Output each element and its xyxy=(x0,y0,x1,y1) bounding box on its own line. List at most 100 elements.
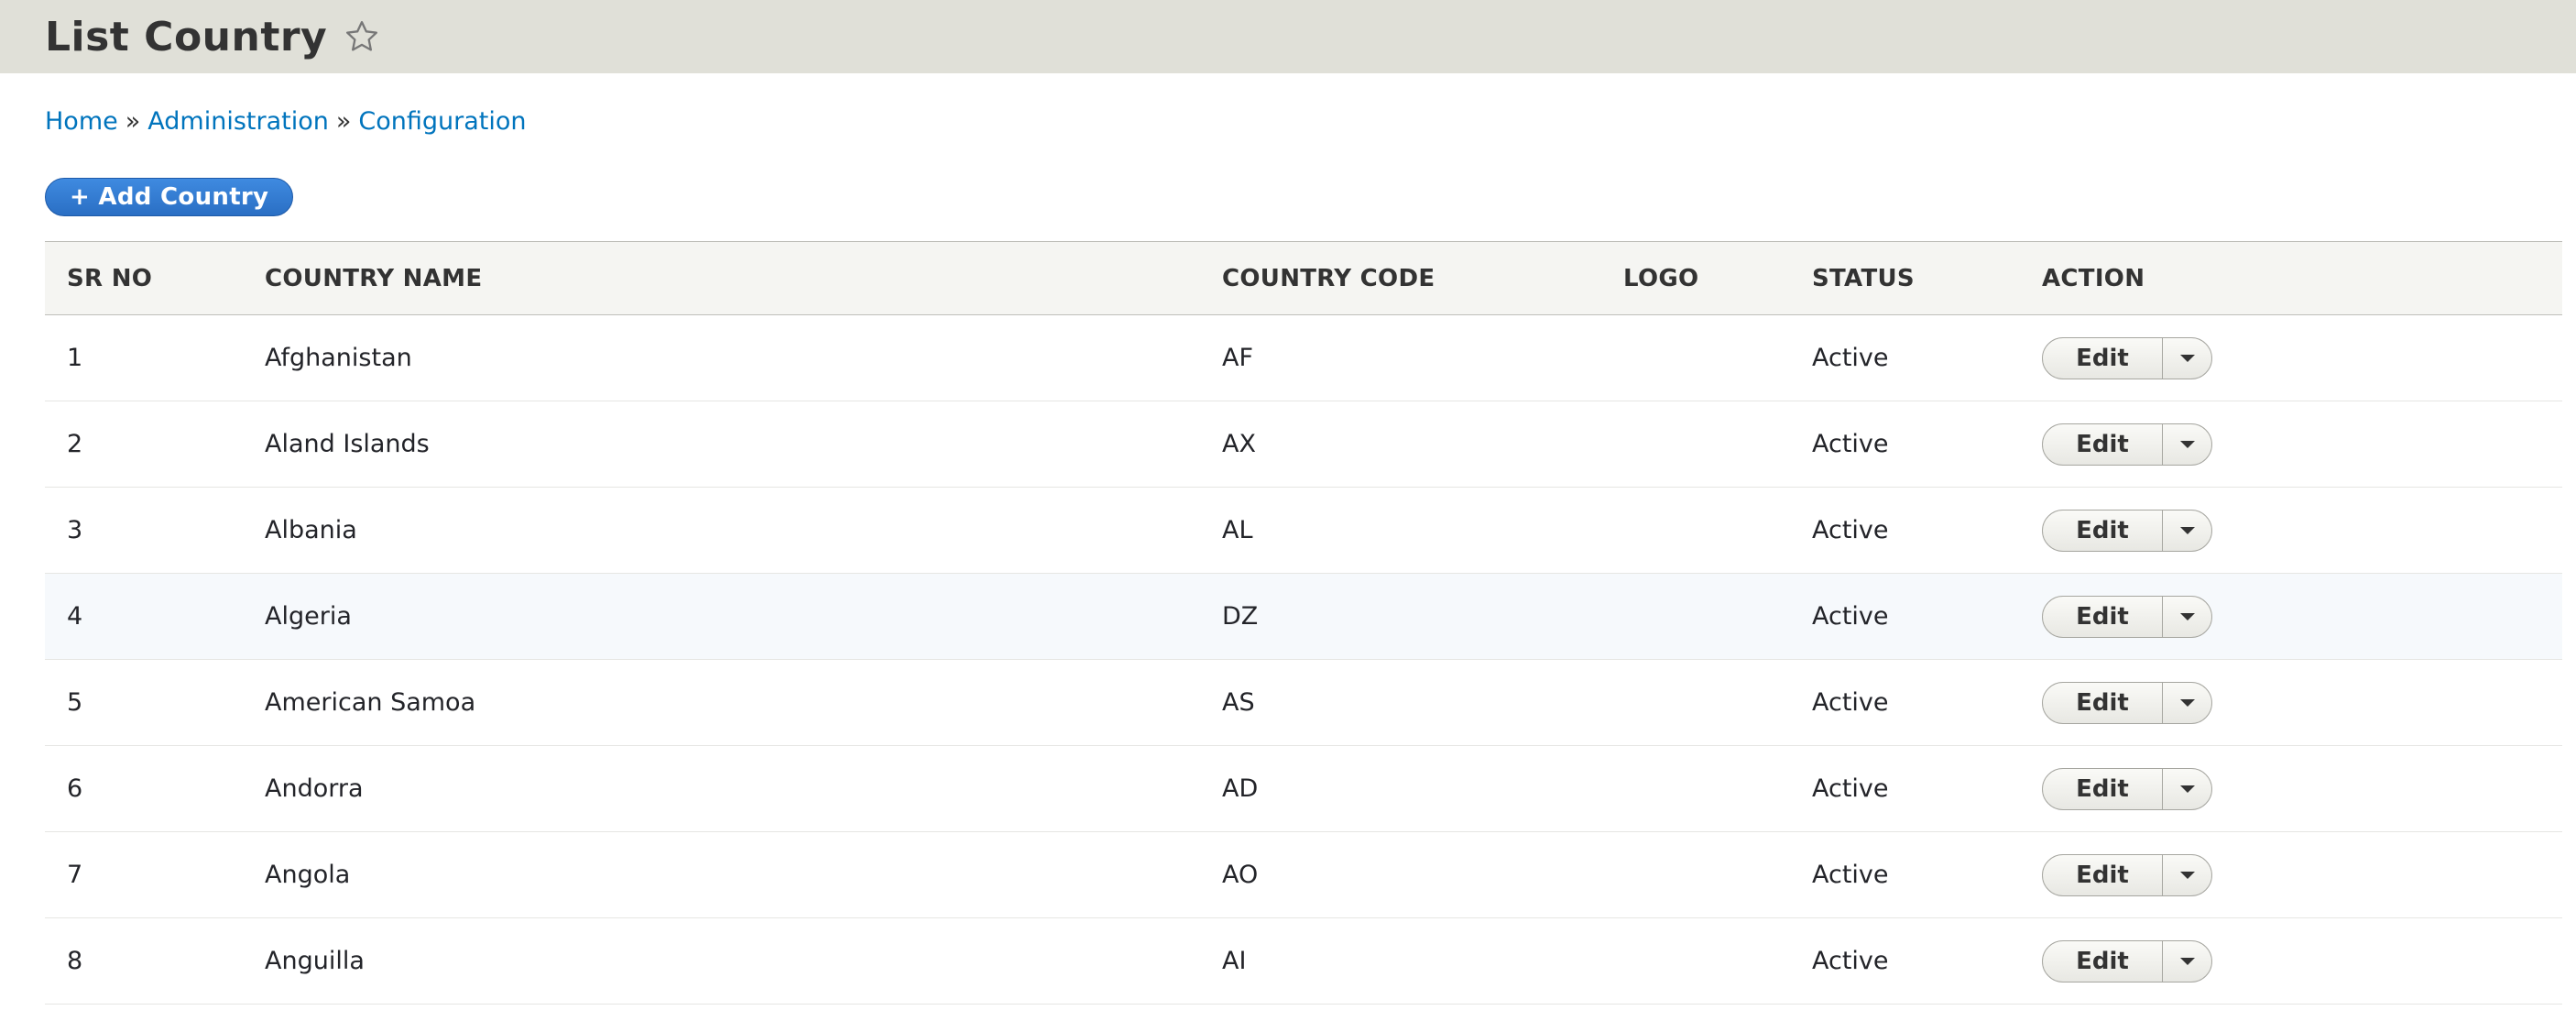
cell-logo xyxy=(1601,659,1790,746)
breadcrumb-configuration[interactable]: Configuration xyxy=(358,107,526,136)
cell-action: Edit xyxy=(2020,745,2562,832)
cell-action: Edit xyxy=(2020,401,2562,488)
dropdown-toggle-button[interactable] xyxy=(2162,337,2211,379)
edit-button[interactable]: Edit xyxy=(2043,510,2162,551)
edit-button[interactable]: Edit xyxy=(2043,941,2162,982)
cell-country-code: AF xyxy=(1200,314,1601,401)
cell-status: Active xyxy=(1790,831,2020,918)
cell-status: Active xyxy=(1790,573,2020,660)
breadcrumb-separator: » xyxy=(125,107,141,136)
caret-down-icon xyxy=(2179,785,2195,793)
cell-action: Edit xyxy=(2020,917,2562,1005)
cell-sr-no: 8 xyxy=(45,917,243,1005)
cell-action: Edit xyxy=(2020,314,2562,401)
table-row: 5 American Samoa AS Active Edit xyxy=(45,659,2562,746)
edit-button[interactable]: Edit xyxy=(2043,683,2162,723)
edit-button[interactable]: Edit xyxy=(2043,338,2162,379)
cell-action: Edit xyxy=(2020,487,2562,574)
column-header-country-code: COUNTRY CODE xyxy=(1200,241,1601,315)
action-dropbutton: Edit xyxy=(2042,336,2212,379)
caret-down-icon xyxy=(2179,612,2195,620)
page-title: List Country xyxy=(45,13,328,60)
breadcrumb-separator: » xyxy=(335,107,352,136)
cell-logo xyxy=(1601,401,1790,488)
cell-country-code: AI xyxy=(1200,917,1601,1005)
cell-country-code: AO xyxy=(1200,831,1601,918)
cell-status: Active xyxy=(1790,401,2020,488)
action-dropbutton: Edit xyxy=(2042,595,2212,638)
cell-logo xyxy=(1601,573,1790,660)
add-country-button[interactable]: + Add Country xyxy=(45,178,294,216)
table-row: 7 Angola AO Active Edit xyxy=(45,831,2562,918)
action-dropbutton: Edit xyxy=(2042,423,2212,466)
table-row: 2 Aland Islands AX Active Edit xyxy=(45,401,2562,488)
cell-country-name: Afghanistan xyxy=(243,314,1200,401)
column-header-status: STATUS xyxy=(1790,241,2020,315)
dropdown-toggle-button[interactable] xyxy=(2162,768,2211,809)
edit-button[interactable]: Edit xyxy=(2043,855,2162,895)
caret-down-icon xyxy=(2179,957,2195,965)
cell-sr-no: 3 xyxy=(45,487,243,574)
cell-action: Edit xyxy=(2020,659,2562,746)
column-header-country-name: COUNTRY NAME xyxy=(243,241,1200,315)
action-dropbutton: Edit xyxy=(2042,509,2212,552)
cell-sr-no: 2 xyxy=(45,401,243,488)
cell-logo xyxy=(1601,917,1790,1005)
cell-country-code: AS xyxy=(1200,659,1601,746)
star-icon[interactable] xyxy=(344,18,380,55)
cell-country-name: American Samoa xyxy=(243,659,1200,746)
column-header-action: ACTION xyxy=(2020,241,2562,315)
cell-country-name: Angola xyxy=(243,831,1200,918)
caret-down-icon xyxy=(2179,440,2195,448)
cell-country-code: AD xyxy=(1200,745,1601,832)
action-dropbutton: Edit xyxy=(2042,853,2212,896)
caret-down-icon xyxy=(2179,698,2195,707)
cell-logo xyxy=(1601,487,1790,574)
dropdown-toggle-button[interactable] xyxy=(2162,510,2211,551)
cell-status: Active xyxy=(1790,314,2020,401)
action-dropbutton: Edit xyxy=(2042,681,2212,724)
cell-country-name: Andorra xyxy=(243,745,1200,832)
cell-country-code: DZ xyxy=(1200,573,1601,660)
table-row: 4 Algeria DZ Active Edit xyxy=(45,573,2562,660)
table-header-row: SR NO COUNTRY NAME COUNTRY CODE LOGO STA… xyxy=(45,241,2562,315)
cell-country-name: Aland Islands xyxy=(243,401,1200,488)
country-table: SR NO COUNTRY NAME COUNTRY CODE LOGO STA… xyxy=(45,241,2562,1005)
edit-button[interactable]: Edit xyxy=(2043,769,2162,809)
cell-country-code: AL xyxy=(1200,487,1601,574)
caret-down-icon xyxy=(2179,354,2195,362)
cell-sr-no: 1 xyxy=(45,314,243,401)
cell-sr-no: 7 xyxy=(45,831,243,918)
caret-down-icon xyxy=(2179,526,2195,534)
table-row: 6 Andorra AD Active Edit xyxy=(45,745,2562,832)
cell-logo xyxy=(1601,745,1790,832)
column-header-sr-no: SR NO xyxy=(45,241,243,315)
dropdown-toggle-button[interactable] xyxy=(2162,854,2211,895)
dropdown-toggle-button[interactable] xyxy=(2162,940,2211,982)
cell-sr-no: 4 xyxy=(45,573,243,660)
caret-down-icon xyxy=(2179,871,2195,879)
column-header-logo: LOGO xyxy=(1601,241,1790,315)
cell-action: Edit xyxy=(2020,573,2562,660)
edit-button[interactable]: Edit xyxy=(2043,424,2162,465)
edit-button[interactable]: Edit xyxy=(2043,597,2162,637)
cell-status: Active xyxy=(1790,745,2020,832)
dropdown-toggle-button[interactable] xyxy=(2162,682,2211,723)
cell-sr-no: 6 xyxy=(45,745,243,832)
dropdown-toggle-button[interactable] xyxy=(2162,596,2211,637)
table-row: 1 Afghanistan AF Active Edit xyxy=(45,314,2562,401)
cell-status: Active xyxy=(1790,659,2020,746)
cell-logo xyxy=(1601,831,1790,918)
breadcrumb-administration[interactable]: Administration xyxy=(147,107,329,136)
cell-country-name: Anguilla xyxy=(243,917,1200,1005)
action-dropbutton: Edit xyxy=(2042,767,2212,810)
cell-country-code: AX xyxy=(1200,401,1601,488)
table-row: 8 Anguilla AI Active Edit xyxy=(45,917,2562,1005)
cell-sr-no: 5 xyxy=(45,659,243,746)
breadcrumb: Home» Administration» Configuration xyxy=(45,107,526,136)
page-header: List Country xyxy=(0,0,2576,73)
table-row: 3 Albania AL Active Edit xyxy=(45,487,2562,574)
breadcrumb-home[interactable]: Home xyxy=(45,107,118,136)
cell-country-name: Algeria xyxy=(243,573,1200,660)
dropdown-toggle-button[interactable] xyxy=(2162,423,2211,465)
